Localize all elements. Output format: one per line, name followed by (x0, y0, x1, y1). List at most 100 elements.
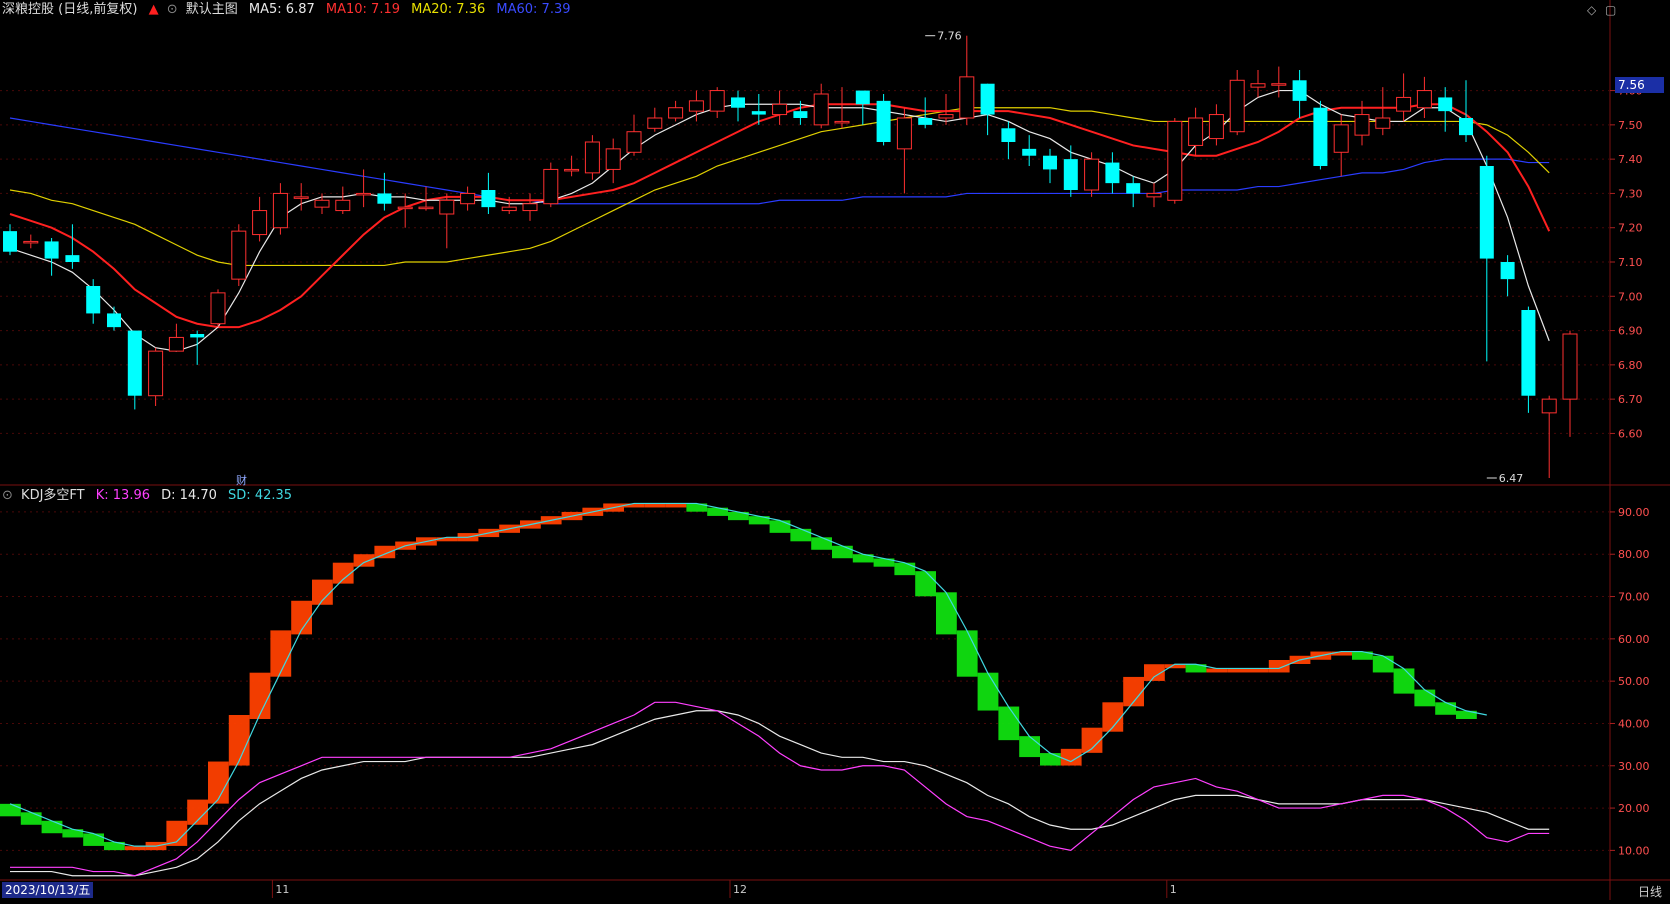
candle (3, 224, 17, 256)
bear-block (769, 520, 791, 533)
candle-body (688, 100, 704, 112)
candle-body (272, 192, 288, 229)
bear-block (1040, 753, 1061, 766)
red-up-arrow-icon[interactable]: ▲ (149, 2, 159, 17)
date-tick-label: 12 (733, 883, 747, 896)
candle-body (1396, 96, 1412, 112)
candle (1521, 306, 1536, 413)
price-tick-label: 7.40 (1618, 153, 1643, 166)
bear-block (811, 537, 832, 550)
candle-body (397, 206, 413, 210)
candle-body (107, 313, 121, 328)
candle-body (439, 199, 455, 215)
bear-block (41, 820, 63, 834)
candle-body (148, 350, 164, 397)
bull-block (249, 672, 271, 719)
price-tick-label: 6.80 (1618, 359, 1643, 372)
candle (1416, 76, 1432, 118)
candle (1167, 118, 1183, 204)
chevron-down-icon[interactable]: ⊙ (167, 2, 178, 17)
extreme-price-label: 6.47 (1499, 472, 1524, 485)
candle-body (918, 118, 933, 125)
bull-block (270, 630, 292, 677)
bear-block (83, 833, 104, 846)
candle (231, 224, 247, 286)
price-tick-label: 7.50 (1618, 119, 1643, 132)
candle-body (1562, 333, 1578, 400)
candle (709, 87, 725, 118)
bull-block (353, 554, 375, 567)
candle (1022, 135, 1037, 166)
candle-body (772, 103, 788, 116)
candle-body (23, 240, 39, 244)
bear-block (0, 803, 21, 817)
candle (522, 193, 538, 221)
stock-title[interactable]: 深粮控股 (日线,前复权) (2, 2, 137, 17)
candle-body (584, 141, 600, 174)
candle-body (834, 120, 850, 124)
candle-body (1126, 183, 1141, 194)
diamond-icon[interactable]: ◇ (1587, 3, 1596, 17)
candle (959, 35, 975, 125)
bear-block (1414, 689, 1436, 707)
bear-block (1393, 668, 1415, 694)
candle-body (1541, 398, 1557, 414)
k-label: K: 13.96 (95, 488, 151, 503)
ma5-label: MA5: 6.87 (248, 2, 315, 17)
candle-body (1188, 117, 1204, 146)
candle (168, 323, 184, 352)
candle (896, 107, 912, 194)
indicator-tick-label: 60.00 (1618, 633, 1650, 646)
indicator-header: ⊙ KDJ多空FT K: 13.96 D: 14.70 SD: 42.35 (2, 488, 299, 504)
candle (1188, 107, 1204, 156)
bear-block (1372, 655, 1394, 673)
candle-body (1354, 114, 1370, 136)
price-tick-label: 7.00 (1618, 290, 1643, 303)
candle-body (210, 292, 226, 325)
d-label: D: 14.70 (161, 488, 217, 503)
candle-body (356, 192, 372, 196)
price-tick-label: 6.70 (1618, 393, 1643, 406)
indicator-title[interactable]: KDJ多空FT (21, 488, 85, 503)
current-price-tag: 7.56 (1615, 77, 1664, 93)
indicator-tick-label: 50.00 (1618, 675, 1650, 688)
chart-canvas[interactable]: 7.607.507.407.307.207.107.006.906.806.70… (0, 0, 1670, 900)
candle-body (1459, 118, 1473, 136)
candle (460, 186, 476, 211)
price-tick-label: 7.20 (1618, 222, 1643, 235)
bear-block (1435, 702, 1456, 715)
candle (335, 186, 351, 214)
candle-body (44, 241, 59, 259)
financial-report-marker[interactable]: 财 (236, 472, 247, 488)
price-tick-label: 6.60 (1618, 427, 1643, 440)
candle-body (626, 131, 642, 153)
window-restore-icon[interactable]: ▢ (1605, 3, 1616, 17)
candle-body (1521, 310, 1536, 396)
candle-body (813, 93, 829, 126)
candle (876, 94, 891, 146)
candle-body (252, 210, 268, 236)
candle-body (1229, 79, 1245, 133)
candle (210, 289, 226, 328)
stock-chart-window[interactable]: 7.607.507.407.307.207.107.006.906.806.70… (0, 0, 1670, 900)
candle-body (543, 168, 559, 205)
period-selector[interactable]: 日线 (1638, 883, 1662, 900)
candle (772, 90, 788, 125)
candle (107, 306, 121, 331)
chevron-down-icon[interactable]: ⊙ (2, 488, 13, 503)
candle (148, 347, 164, 406)
candle-body (1063, 159, 1078, 190)
indicator-tick-label: 10.00 (1618, 844, 1650, 857)
candle-body (980, 83, 995, 115)
candle (626, 114, 642, 156)
cursor-date-label: 2023/10/13/五 (2, 882, 94, 898)
template-selector[interactable]: 默认主图 (186, 2, 238, 17)
candle (23, 234, 39, 249)
candle-body (231, 230, 247, 280)
candle-body (605, 148, 621, 170)
candle (543, 162, 559, 208)
bear-block (998, 706, 1020, 741)
candle (1479, 155, 1494, 362)
bear-block (956, 630, 978, 677)
candle (1292, 70, 1307, 118)
